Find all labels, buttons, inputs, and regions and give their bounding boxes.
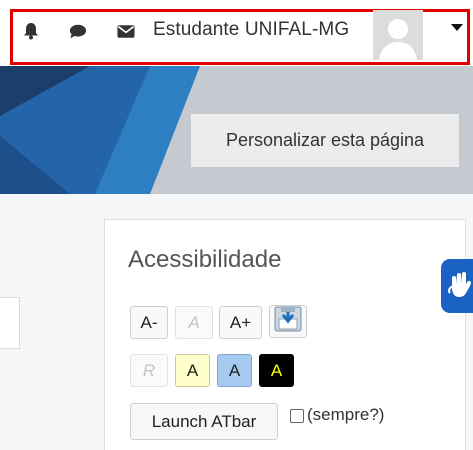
always-checkbox[interactable] bbox=[290, 409, 304, 423]
chat-icon[interactable] bbox=[69, 22, 87, 40]
hands-sign-language-icon bbox=[447, 269, 473, 304]
always-checkbox-label: (sempre?) bbox=[307, 405, 385, 424]
customize-page-button[interactable]: Personalizar esta página bbox=[191, 114, 459, 167]
user-menu-name[interactable]: Estudante UNIFAL-MG bbox=[153, 19, 349, 41]
avatar[interactable] bbox=[373, 10, 423, 60]
top-navbar: Estudante UNIFAL-MG bbox=[0, 0, 473, 66]
colour-scheme-contrast-button[interactable]: A bbox=[259, 354, 294, 387]
accessibility-title: Acessibilidade bbox=[128, 246, 282, 273]
vlibras-widget[interactable] bbox=[441, 259, 473, 313]
save-settings-button[interactable] bbox=[269, 305, 307, 338]
reset-colour-button[interactable]: R bbox=[130, 354, 168, 387]
decrease-text-button[interactable]: A- bbox=[130, 306, 168, 339]
colour-scheme-yellow-button[interactable]: A bbox=[175, 354, 210, 387]
colour-scheme-blue-button[interactable]: A bbox=[217, 354, 252, 387]
increase-text-button[interactable]: A+ bbox=[219, 306, 262, 339]
bell-icon[interactable] bbox=[22, 22, 40, 40]
save-settings-icon bbox=[273, 304, 303, 339]
left-block-edge bbox=[0, 297, 20, 349]
user-menu-caret-icon[interactable] bbox=[451, 24, 463, 31]
reset-text-button[interactable]: A bbox=[175, 306, 213, 339]
launch-atbar-button[interactable]: Launch ATbar bbox=[130, 403, 278, 440]
envelope-icon[interactable] bbox=[117, 22, 135, 40]
